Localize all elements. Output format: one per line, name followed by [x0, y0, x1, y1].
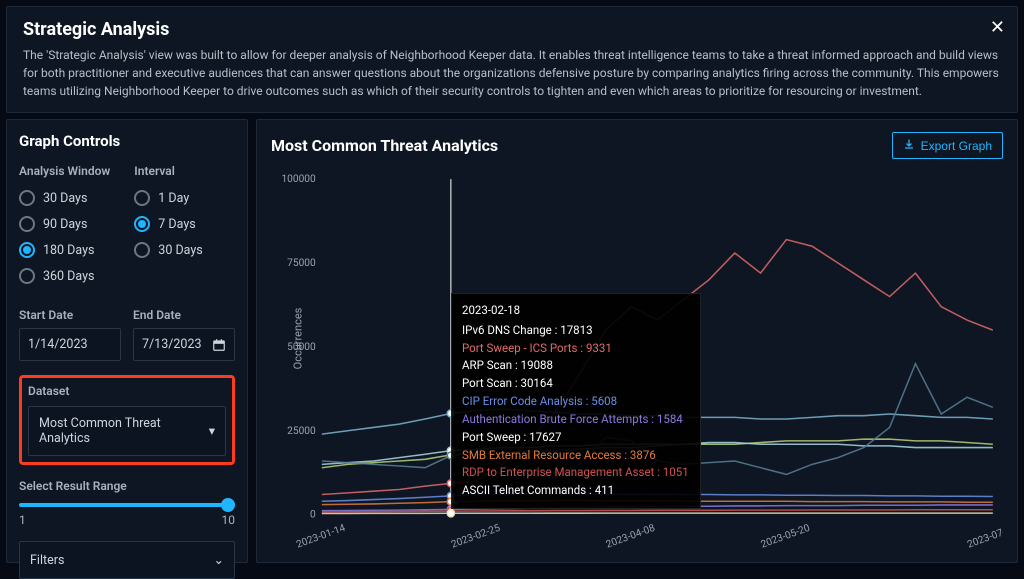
radio-icon: [19, 268, 35, 284]
radio-icon: [19, 190, 35, 206]
tooltip-row: Port Sweep - ICS Ports : 9331: [462, 340, 690, 358]
range-max: 10: [222, 513, 236, 527]
tooltip-row: Port Scan : 30164: [462, 375, 690, 393]
slider-thumb[interactable]: [221, 498, 235, 512]
radio-icon: [19, 242, 35, 258]
svg-text:2023-05-20: 2023-05-20: [760, 523, 812, 551]
tooltip-row: Authentication Brute Force Attempts : 15…: [462, 411, 690, 429]
interval-label: Interval: [134, 164, 202, 178]
analysis-window-option-30-days[interactable]: 30 Days: [19, 190, 110, 206]
svg-text:2023-04-08: 2023-04-08: [605, 523, 657, 551]
tooltip-row: RDP to Enterprise Management Asset : 105…: [462, 464, 690, 482]
sidebar-title: Graph Controls: [19, 132, 235, 150]
analysis-window-label: Analysis Window: [19, 164, 110, 178]
close-icon[interactable]: ✕: [990, 17, 1005, 38]
analysis-window-group: Analysis Window 30 Days 90 Days 180 Days 36…: [19, 164, 110, 294]
start-date-input[interactable]: 1/14/2023: [19, 328, 121, 361]
calendar-icon: [212, 338, 226, 352]
svg-text:75000: 75000: [287, 258, 316, 269]
svg-text:2023-07-13: 2023-07-13: [966, 523, 1003, 551]
svg-text:0: 0: [310, 510, 316, 521]
info-banner: Strategic Analysis The 'Strategic Analys…: [6, 6, 1018, 113]
dataset-highlight: Dataset Most Common Threat Analytics ▾: [19, 375, 235, 465]
tooltip-row: Port Sweep : 17627: [462, 429, 690, 447]
end-date-label: End Date: [133, 308, 235, 322]
tooltip-row: IPv6 DNS Change : 17813: [462, 322, 690, 340]
banner-body: The 'Strategic Analysis' view was built …: [23, 46, 1001, 100]
svg-text:2023-01-14: 2023-01-14: [295, 523, 347, 551]
interval-option-30-days[interactable]: 30 Days: [134, 242, 202, 258]
tooltip-date: 2023-02-18: [462, 302, 690, 320]
chart-title: Most Common Threat Analytics: [271, 136, 498, 155]
start-date-label: Start Date: [19, 308, 121, 322]
graph-controls-panel: Graph Controls Analysis Window 30 Days 90…: [6, 119, 248, 563]
chart-tooltip: 2023-02-18 IPv6 DNS Change : 17813Port S…: [451, 293, 701, 509]
range-min: 1: [19, 513, 26, 527]
svg-text:2023-02-25: 2023-02-25: [450, 523, 502, 551]
caret-down-icon: ▾: [209, 423, 215, 439]
end-date-input[interactable]: 7/13/2023: [133, 328, 235, 361]
interval-option-7-days[interactable]: 7 Days: [134, 216, 202, 232]
banner-title: Strategic Analysis: [23, 19, 1001, 40]
radio-icon: [134, 216, 150, 232]
radio-icon: [19, 216, 35, 232]
chevron-down-icon: ⌄: [214, 552, 224, 568]
analysis-window-option-180-days[interactable]: 180 Days: [19, 242, 110, 258]
y-axis-label: Occurrences: [291, 308, 304, 370]
interval-option-1-day[interactable]: 1 Day: [134, 190, 202, 206]
svg-text:25000: 25000: [287, 426, 316, 437]
dataset-select[interactable]: Most Common Threat Analytics ▾: [28, 406, 226, 456]
download-icon: [903, 138, 915, 153]
tooltip-row: ASCII Telnet Commands : 411: [462, 482, 690, 500]
result-range-label: Select Result Range: [19, 479, 235, 493]
tooltip-row: CIP Error Code Analysis : 5608: [462, 393, 690, 411]
result-range-slider[interactable]: [19, 503, 235, 507]
filters-select[interactable]: Filters ⌄: [19, 541, 235, 579]
analysis-window-option-360-days[interactable]: 360 Days: [19, 268, 110, 284]
chart-panel: Most Common Threat Analytics Export Grap…: [256, 119, 1018, 563]
dataset-label: Dataset: [28, 384, 226, 398]
interval-group: Interval 1 Day 7 Days 30 Days: [134, 164, 202, 294]
tooltip-row: ARP Scan : 19088: [462, 357, 690, 375]
radio-icon: [134, 190, 150, 206]
svg-text:100000: 100000: [281, 174, 316, 185]
radio-icon: [134, 242, 150, 258]
tooltip-row: SMB External Resource Access : 3876: [462, 447, 690, 465]
analysis-window-option-90-days[interactable]: 90 Days: [19, 216, 110, 232]
export-graph-button[interactable]: Export Graph: [892, 132, 1003, 159]
